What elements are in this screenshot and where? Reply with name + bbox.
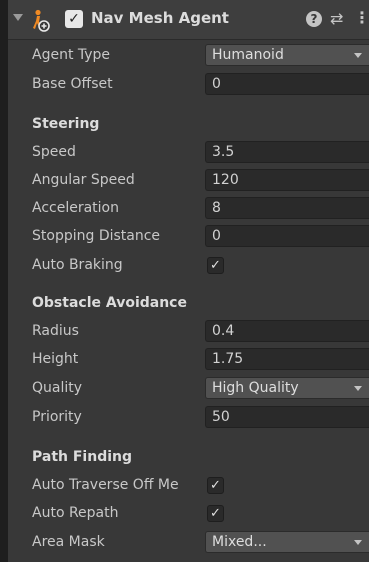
obstacle-avoidance-header: Obstacle Avoidance xyxy=(32,295,187,311)
path-finding-header: Path Finding xyxy=(32,449,133,465)
auto-braking-label: Auto Braking xyxy=(32,257,123,273)
component-header[interactable]: ✓ Nav Mesh Agent ? ⇄ ⋮ xyxy=(8,0,369,40)
auto-repath-label: Auto Repath xyxy=(32,505,119,521)
quality-label: Quality xyxy=(32,380,83,396)
quality-row: Quality High Quality xyxy=(8,376,369,402)
height-field[interactable]: 1.75 xyxy=(205,348,369,370)
base-offset-row: Base Offset 0 xyxy=(8,72,369,98)
quality-value: High Quality xyxy=(212,380,299,396)
area-mask-value: Mixed... xyxy=(212,534,267,550)
acceleration-field[interactable]: 8 xyxy=(205,197,369,219)
help-icon[interactable]: ? xyxy=(306,11,322,27)
radius-row: Radius 0.4 xyxy=(8,319,369,345)
agent-type-row: Agent Type Humanoid xyxy=(8,43,369,69)
height-label: Height xyxy=(32,351,79,367)
acceleration-label: Acceleration xyxy=(32,200,119,216)
angular-speed-field[interactable]: 120 xyxy=(205,169,369,191)
stopping-distance-row: Stopping Distance 0 xyxy=(8,224,369,250)
auto-braking-checkbox[interactable]: ✓ xyxy=(207,257,224,274)
agent-type-value: Humanoid xyxy=(212,47,284,63)
radius-field[interactable]: 0.4 xyxy=(205,320,369,342)
angular-speed-label: Angular Speed xyxy=(32,172,135,188)
context-menu-icon[interactable]: ⋮ xyxy=(354,8,369,27)
area-mask-dropdown[interactable]: Mixed... xyxy=(205,531,369,553)
height-row: Height 1.75 xyxy=(8,347,369,373)
priority-row: Priority 50 xyxy=(8,405,369,431)
stopping-distance-field[interactable]: 0 xyxy=(205,225,369,247)
area-mask-label: Area Mask xyxy=(32,534,105,550)
preset-icon[interactable]: ⇄ xyxy=(330,9,343,28)
speed-row: Speed 3.5 xyxy=(8,140,369,166)
auto-traverse-row: Auto Traverse Off Me ✓ xyxy=(8,473,369,499)
steering-header: Steering xyxy=(32,116,100,132)
auto-traverse-checkbox[interactable]: ✓ xyxy=(207,477,224,494)
area-mask-row: Area Mask Mixed... xyxy=(8,530,369,556)
base-offset-field[interactable]: 0 xyxy=(205,73,369,95)
speed-field[interactable]: 3.5 xyxy=(205,141,369,163)
angular-speed-row: Angular Speed 120 xyxy=(8,168,369,194)
auto-braking-row: Auto Braking ✓ xyxy=(8,253,369,279)
auto-traverse-label: Auto Traverse Off Me xyxy=(32,477,179,493)
base-offset-label: Base Offset xyxy=(32,76,113,92)
auto-repath-checkbox[interactable]: ✓ xyxy=(207,505,224,522)
stopping-distance-label: Stopping Distance xyxy=(32,228,161,244)
dropdown-caret-icon xyxy=(354,540,362,545)
acceleration-row: Acceleration 8 xyxy=(8,196,369,222)
priority-field[interactable]: 50 xyxy=(205,406,369,428)
agent-type-label: Agent Type xyxy=(32,47,111,63)
dropdown-caret-icon xyxy=(354,53,362,58)
auto-repath-row: Auto Repath ✓ xyxy=(8,501,369,527)
component-enabled-checkbox[interactable]: ✓ xyxy=(65,10,83,28)
inspector-panel: ✓ Nav Mesh Agent ? ⇄ ⋮ Agent Type Humano… xyxy=(8,0,369,562)
nav-mesh-agent-icon xyxy=(33,9,50,32)
agent-type-dropdown[interactable]: Humanoid xyxy=(205,44,369,66)
component-title: Nav Mesh Agent xyxy=(91,9,229,27)
foldout-arrow-icon[interactable] xyxy=(13,14,23,21)
dropdown-caret-icon xyxy=(354,386,362,391)
radius-label: Radius xyxy=(32,323,79,339)
priority-label: Priority xyxy=(32,409,82,425)
quality-dropdown[interactable]: High Quality xyxy=(205,377,369,399)
speed-label: Speed xyxy=(32,144,76,160)
